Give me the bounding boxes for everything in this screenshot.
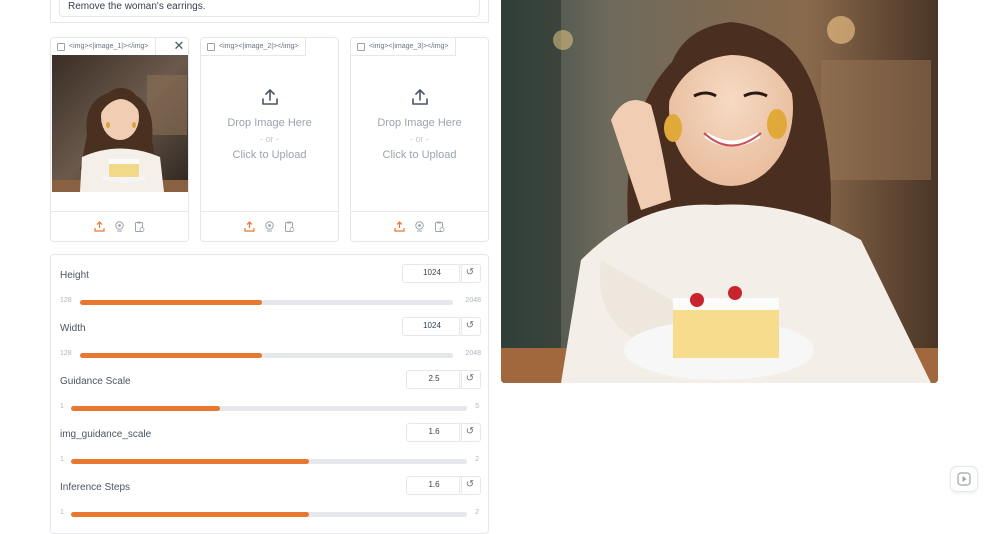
- slider-min: 1: [60, 456, 64, 463]
- slider-min: 128: [60, 350, 72, 357]
- slider-label: Inference Steps: [60, 482, 131, 493]
- slider-inference-steps: Inference Steps 1.6 ↺ 1 2: [60, 476, 481, 526]
- image-input-label: <img><|image_2|></img>: [201, 38, 306, 56]
- image-input-toolbar: [351, 211, 488, 241]
- drop-text: Drop Image Here: [227, 117, 312, 129]
- image-icon: [57, 42, 65, 51]
- slider-track[interactable]: [80, 300, 453, 305]
- slider-min: 128: [60, 297, 72, 304]
- slider-max: 2: [475, 456, 479, 463]
- number-input[interactable]: 1.6: [406, 476, 462, 495]
- drop-text: Drop Image Here: [377, 117, 462, 129]
- or-text: - or -: [410, 134, 429, 144]
- slider-max: 2048: [465, 297, 481, 304]
- or-text: - or -: [260, 134, 279, 144]
- slider-label: Guidance Scale: [60, 376, 131, 387]
- slider-fill: [80, 353, 262, 358]
- image-icon: [207, 42, 215, 51]
- number-input[interactable]: 1.6: [406, 423, 462, 442]
- image-input-toolbar: [201, 211, 338, 241]
- click-to-upload-text: Click to Upload: [232, 149, 307, 161]
- image-input-2[interactable]: <img><|image_2|></img> Drop Image Here -…: [200, 37, 339, 242]
- slider-fill: [71, 512, 309, 517]
- slider-label: img_guidance_scale: [60, 429, 152, 440]
- slider-label: Height: [60, 270, 89, 281]
- image-input-label-text: <img><|image_3|></img>: [369, 43, 449, 50]
- webcam-icon[interactable]: [263, 220, 276, 233]
- slider-track[interactable]: [71, 406, 467, 411]
- upload-arrow-icon: [261, 89, 278, 105]
- slider-label: Width: [60, 323, 86, 334]
- image-input-3[interactable]: <img><|image_3|></img> Drop Image Here -…: [350, 37, 489, 242]
- drop-zone[interactable]: Drop Image Here - or - Click to Upload: [201, 88, 338, 164]
- upload-arrow-icon: [411, 89, 428, 105]
- output-image: [501, 0, 938, 383]
- webcam-icon[interactable]: [413, 220, 426, 233]
- slider-fill: [71, 406, 220, 411]
- slider-track[interactable]: [71, 512, 467, 517]
- settings-panel: Height 1024 ↺ 128 2048 Width 1024 ↺ 128 …: [50, 254, 489, 534]
- slider-max: 2: [475, 509, 479, 516]
- slider-fill: [80, 300, 262, 305]
- uploaded-image-thumbnail: [52, 55, 188, 192]
- upload-icon[interactable]: [243, 220, 256, 233]
- image-input-toolbar: [51, 211, 188, 241]
- slider-min: 1: [60, 509, 64, 516]
- clear-image-button[interactable]: ✕: [172, 38, 186, 54]
- reset-icon[interactable]: ↺: [459, 264, 481, 283]
- image-input-1[interactable]: <img><|image_1|></img> ✕: [50, 37, 189, 242]
- image-icon: [357, 42, 365, 51]
- image-input-label: <img><|image_1|></img>: [51, 38, 156, 56]
- prompt-textbox[interactable]: Remove the woman's earrings.: [59, 0, 480, 17]
- floating-chat-button[interactable]: [950, 466, 978, 492]
- slider-height: Height 1024 ↺ 128 2048: [60, 264, 481, 314]
- number-input[interactable]: 1024: [402, 317, 462, 336]
- play-icon: [957, 472, 971, 486]
- reset-icon[interactable]: ↺: [459, 370, 481, 389]
- slider-min: 1: [60, 403, 64, 410]
- reset-icon[interactable]: ↺: [459, 476, 481, 495]
- webcam-icon[interactable]: [113, 220, 126, 233]
- number-input[interactable]: 1024: [402, 264, 462, 283]
- image-input-label-text: <img><|image_2|></img>: [219, 43, 299, 50]
- slider-img-guidance-scale: img_guidance_scale 1.6 ↺ 1 2: [60, 423, 481, 473]
- reset-icon[interactable]: ↺: [459, 423, 481, 442]
- clipboard-icon[interactable]: [283, 220, 296, 233]
- upload-icon[interactable]: [393, 220, 406, 233]
- slider-max: 5: [475, 403, 479, 410]
- clipboard-icon[interactable]: [133, 220, 146, 233]
- reset-icon[interactable]: ↺: [459, 317, 481, 336]
- slider-track[interactable]: [80, 353, 453, 358]
- upload-icon[interactable]: [93, 220, 106, 233]
- image-input-label: <img><|image_3|></img>: [351, 38, 456, 56]
- clipboard-icon[interactable]: [433, 220, 446, 233]
- image-input-label-text: <img><|image_1|></img>: [69, 43, 149, 50]
- slider-fill: [71, 459, 309, 464]
- slider-max: 2048: [465, 350, 481, 357]
- slider-guidance-scale: Guidance Scale 2.5 ↺ 1 5: [60, 370, 481, 420]
- click-to-upload-text: Click to Upload: [382, 149, 457, 161]
- number-input[interactable]: 2.5: [406, 370, 462, 389]
- drop-zone[interactable]: Drop Image Here - or - Click to Upload: [351, 88, 488, 164]
- slider-width: Width 1024 ↺ 128 2048: [60, 317, 481, 367]
- slider-track[interactable]: [71, 459, 467, 464]
